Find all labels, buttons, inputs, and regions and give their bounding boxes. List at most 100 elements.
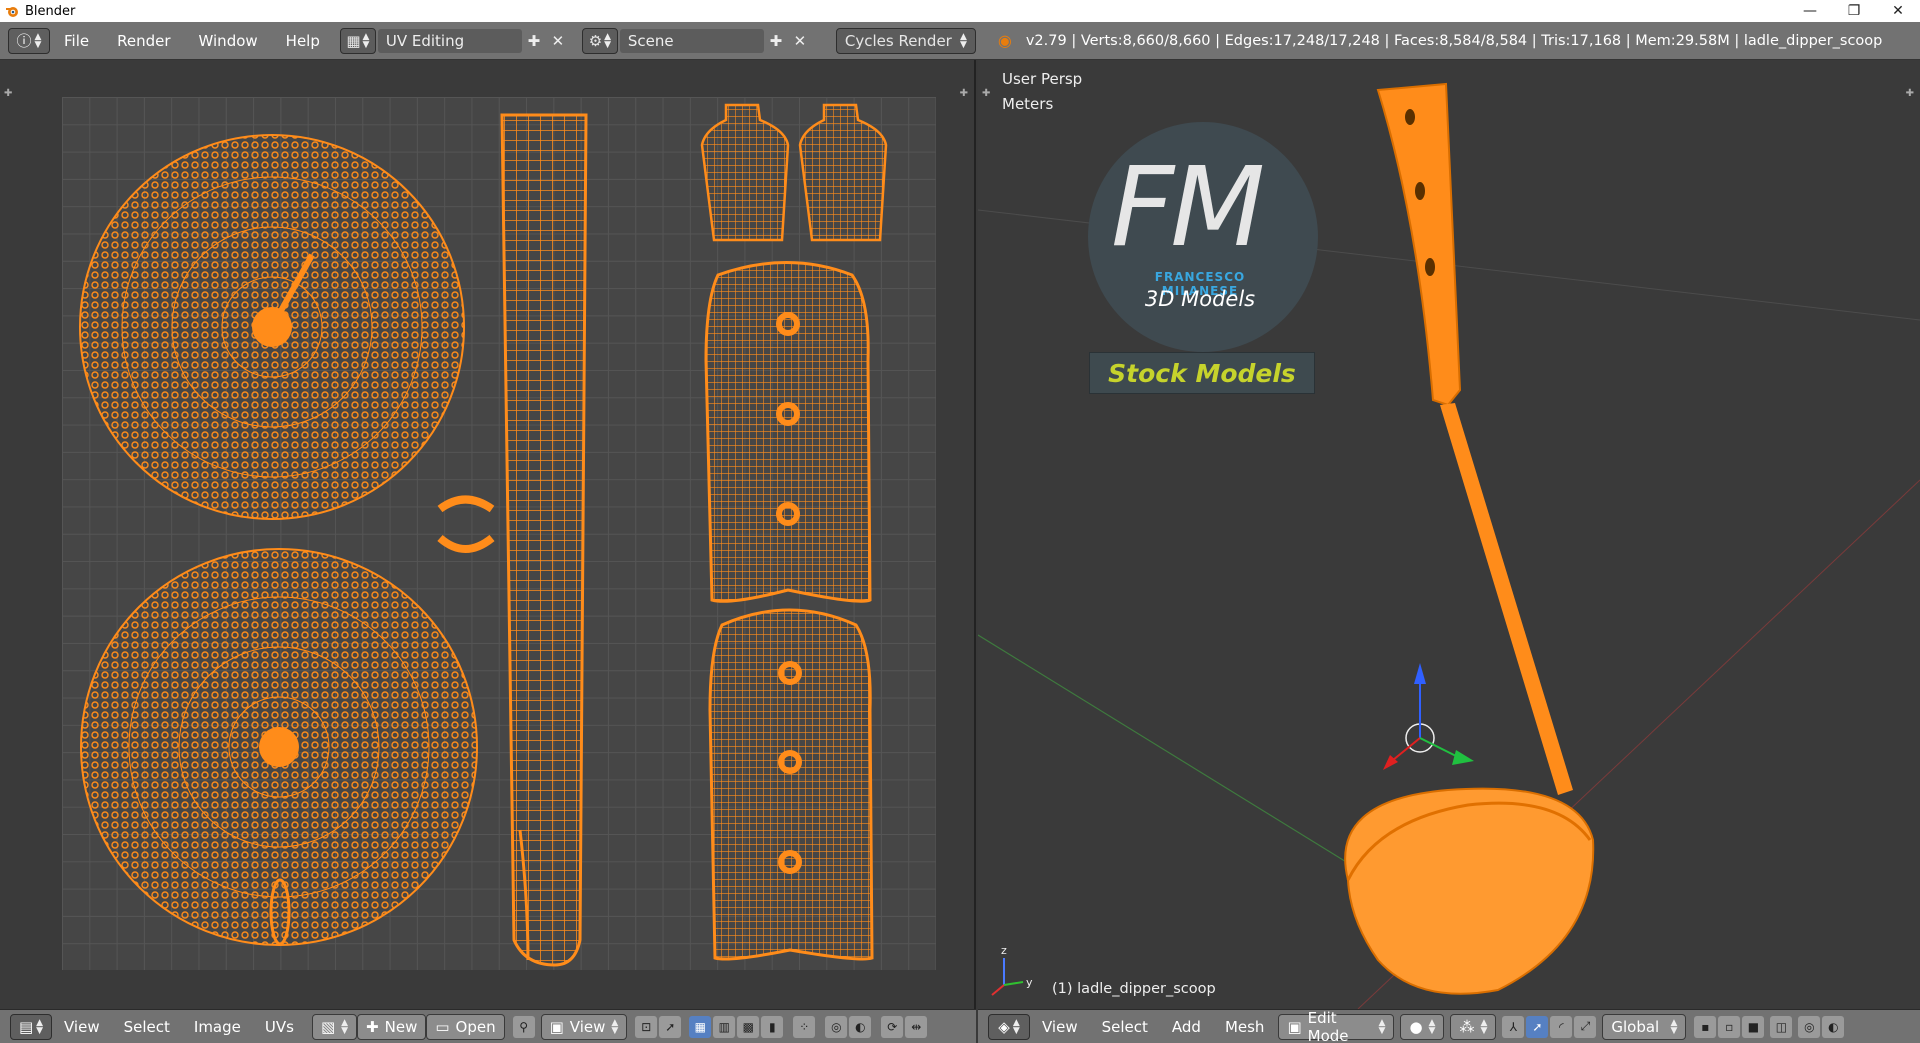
pivot-icon: ⁂ [1459,1017,1475,1036]
uv-island-cap-left[interactable] [700,103,790,242]
face-select-mode-icon[interactable]: ■ [1742,1015,1765,1038]
uv-island-disc-top[interactable] [79,134,465,520]
minimize-button[interactable]: — [1788,0,1832,22]
logo-subtitle: 3D Models [1144,287,1256,311]
window-title: Blender [25,3,76,19]
uv-island-cap-right[interactable] [798,103,888,242]
scene-icon: ⚙ [588,31,603,50]
updown-icon: ▲ ▼ [36,1017,44,1036]
uv-menu-view[interactable]: View [52,1014,112,1040]
viewport-shading-dropdown[interactable]: ● ▲ ▼ [1400,1013,1445,1040]
pin-icon[interactable]: ⚲ [512,1015,535,1038]
viewport-editor-type-selector[interactable]: ◈ ▲ ▼ [988,1013,1030,1040]
blender-stats-icon: ◉ [997,31,1012,50]
orientation-label: Global [1611,1017,1660,1036]
info-header: ⓘ ▲ ▼ File Render Window Help ▦ ▲ ▼ UV Editi… [0,22,1920,60]
uv-menu-select[interactable]: Select [112,1014,182,1040]
edge-select-mode-icon[interactable]: ▫ [1718,1015,1741,1038]
updown-icon: ▲ ▼ [959,31,967,50]
uv-editor-header: ▤ ▲ ▼ View Select Image UVs ▧ ▲ ▼ ✚ New ▭ Open… [0,1009,976,1043]
rotate-icon[interactable]: ◜ [1550,1015,1573,1038]
screen-layout-field[interactable]: UV Editing [377,28,522,53]
uv-channel-icon[interactable]: ⇹ [905,1015,928,1038]
open-image-button[interactable]: ▭ Open [426,1013,505,1040]
transform-orientation-dropdown[interactable]: Global ▲ ▼ [1602,1013,1687,1040]
updown-icon: ▲ ▼ [362,31,370,50]
edge-select-icon[interactable]: ▥ [713,1015,736,1038]
uv-island-disc-bottom[interactable] [80,548,478,946]
cursor-icon[interactable]: ➚ [659,1015,682,1038]
occlude-geometry-icon[interactable]: ◫ [1770,1015,1793,1038]
scene-browse-button[interactable]: ⚙ ▲ ▼ [581,27,618,54]
vp-menu-view[interactable]: View [1030,1014,1090,1040]
pivot-icon[interactable]: ⊡ [635,1015,658,1038]
proportional-edit-icon[interactable]: ◎ [825,1015,848,1038]
updown-icon: ▲ ▼ [1670,1017,1678,1036]
uv-island-handle-grip-bottom[interactable] [708,608,874,961]
editor-type-selector[interactable]: ⓘ ▲ ▼ [8,27,50,54]
browse-image-button[interactable]: ▧ ▲ ▼ [311,1013,358,1040]
face-select-icon[interactable]: ▩ [737,1015,760,1038]
sticky-mode-icon[interactable]: ⁘ [793,1015,816,1038]
scale-icon[interactable]: ⤢ [1574,1015,1597,1038]
svg-text:z: z [1001,944,1007,957]
uv-image-editor[interactable]: ✚ ✚ [0,60,976,1009]
uv-island-handle-grip-top[interactable] [704,261,872,603]
vertex-select-icon[interactable]: ▦ [689,1015,712,1038]
view-mode-label: View [569,1017,606,1036]
pivot-point-dropdown[interactable]: ⁂ ▲ ▼ [1450,1013,1497,1040]
remove-scene-icon[interactable]: ✕ [788,29,812,53]
view-mode-dropdown[interactable]: ▣ View ▲ ▼ [540,1013,628,1040]
snap-toggle-icon[interactable]: ◐ [1822,1015,1845,1038]
plus-icon: ✚ [366,1017,379,1036]
updown-icon: ▲ ▼ [1428,1017,1436,1036]
add-scene-icon[interactable]: ✚ [764,29,788,53]
uv-menu-uvs[interactable]: UVs [253,1014,306,1040]
render-engine-dropdown[interactable]: Cycles Render ▲ ▼ [835,27,976,54]
menu-window[interactable]: Window [185,32,272,50]
interaction-mode-label: Edit Mode [1307,1009,1349,1043]
snap-target-icon[interactable]: ⟳ [881,1015,904,1038]
manipulator-toggle-icon[interactable]: ⅄ [1502,1015,1525,1038]
uv-island-handle-strip[interactable] [500,113,588,967]
3d-viewport[interactable]: ✚ ✚ User Persp Meters z y FM FRANCESCO M… [978,60,1920,1009]
stock-models-badge: Stock Models [1089,352,1315,394]
edit-mode-icon: ▣ [1287,1017,1302,1036]
logo-initials: FM [1111,143,1265,271]
menu-file[interactable]: File [50,32,103,50]
transform-manipulator[interactable] [1383,663,1474,770]
ladle-mesh[interactable] [1344,82,1595,995]
vp-menu-mesh[interactable]: Mesh [1213,1014,1277,1040]
updown-icon: ▲ ▼ [1378,1017,1386,1036]
proportional-editing-icon[interactable]: ◎ [1798,1015,1821,1038]
new-image-button[interactable]: ✚ New [357,1013,427,1040]
menu-help[interactable]: Help [272,32,334,50]
uv-island-ring[interactable] [437,495,495,553]
layout-icon: ▦ [346,31,361,50]
uv-islands[interactable] [0,60,976,1009]
vertex-select-mode-icon[interactable]: ▪ [1694,1015,1717,1038]
solid-shading-icon: ● [1409,1017,1423,1036]
3d-viewport-header: ◈ ▲ ▼ View Select Add Mesh ▣ Edit Mode ▲ ▼ ● ▲… [978,1009,1920,1043]
updown-icon: ▲ ▼ [611,1017,619,1036]
active-object-label: (1) ladle_dipper_scoop [1052,981,1216,997]
maximize-button[interactable]: ❐ [1832,0,1876,22]
vp-menu-select[interactable]: Select [1090,1014,1160,1040]
add-layout-icon[interactable]: ✚ [522,29,546,53]
updown-icon: ▲ ▼ [1480,1017,1488,1036]
island-select-icon[interactable]: ▮ [761,1015,784,1038]
remove-layout-icon[interactable]: ✕ [546,29,570,53]
svg-text:y: y [1026,976,1033,989]
info-icon: ⓘ [16,32,32,50]
new-image-label: New [384,1017,418,1036]
uv-editor-type-selector[interactable]: ▤ ▲ ▼ [10,1013,52,1040]
uv-menu-image[interactable]: Image [182,1014,253,1040]
scene-field[interactable]: Scene [619,28,764,53]
snap-icon[interactable]: ◐ [849,1015,872,1038]
translate-icon[interactable]: ➚ [1526,1015,1549,1038]
interaction-mode-dropdown[interactable]: ▣ Edit Mode ▲ ▼ [1278,1010,1395,1043]
close-window-button[interactable]: ✕ [1876,0,1920,22]
vp-menu-add[interactable]: Add [1160,1014,1213,1040]
layout-browse-button[interactable]: ▦ ▲ ▼ [339,27,376,54]
menu-render[interactable]: Render [103,32,184,50]
